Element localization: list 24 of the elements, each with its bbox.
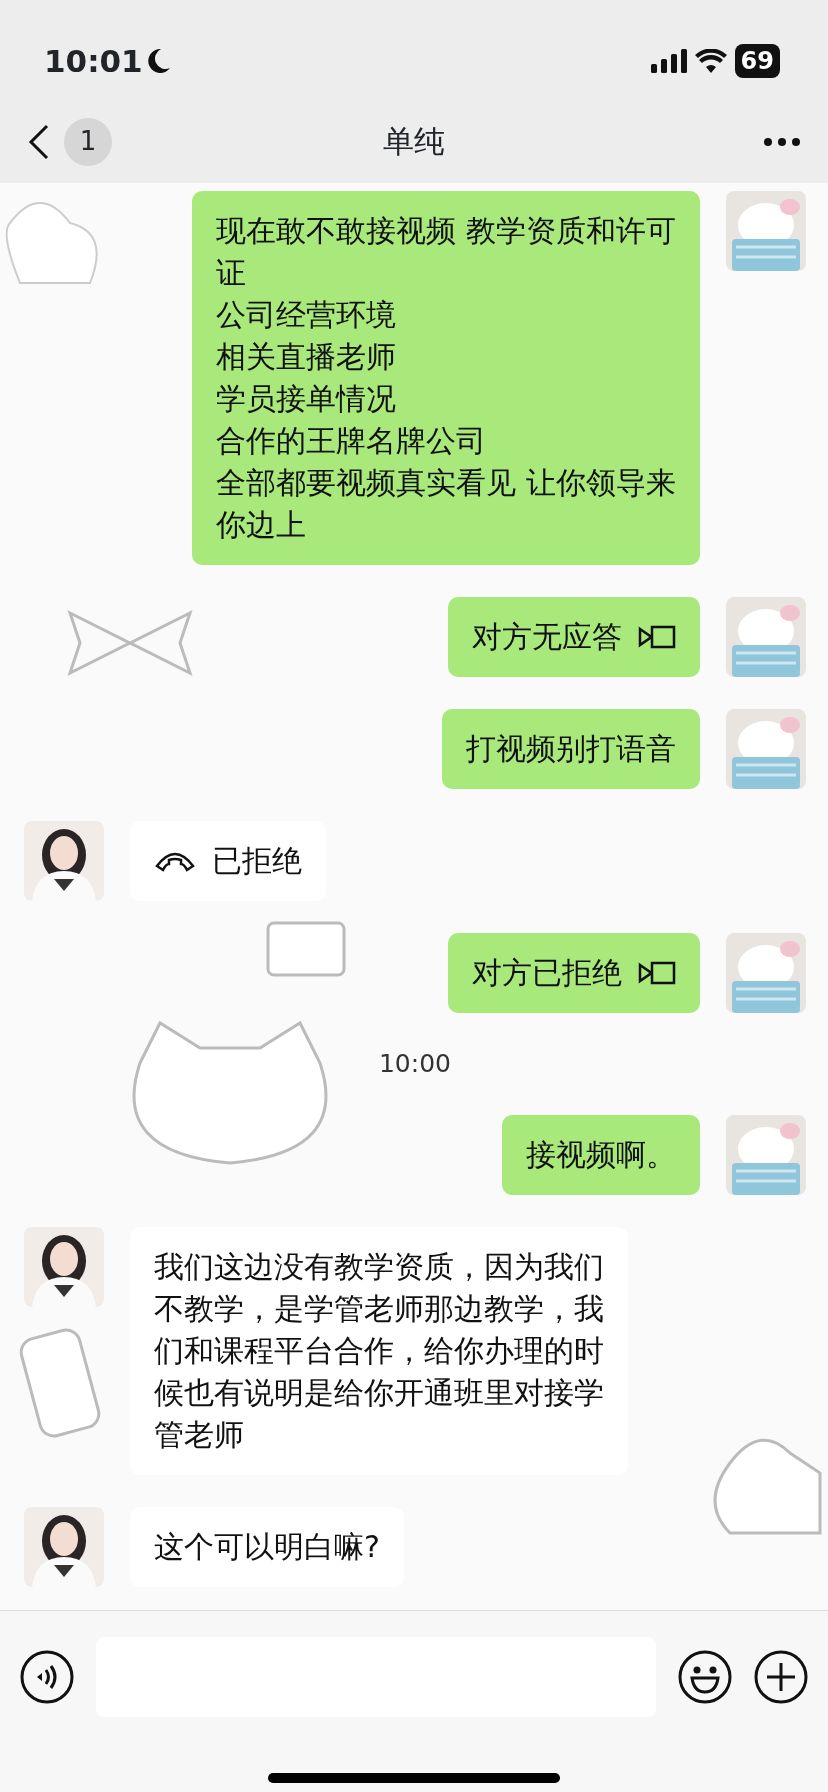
back-icon[interactable]: [28, 123, 50, 160]
message-bubble: 这个可以明白嘛?: [130, 1506, 404, 1587]
wifi-icon: [694, 49, 727, 73]
more-icon[interactable]: [764, 137, 800, 146]
battery-level: 69: [734, 44, 780, 78]
video-call-icon: [638, 960, 676, 986]
message-bubble: 现在敢不敢接视频 教学资质和许可 证 公司经营环境 相关直播老师 学员接单情况 合作的王牌名牌公司 全部都要视频真实看见 让你领导来 你边上: [192, 191, 700, 565]
voice-icon[interactable]: [20, 1650, 74, 1704]
status-time: 10:01: [44, 41, 143, 81]
hang-up-icon: [154, 850, 196, 872]
unread-count: 1: [64, 117, 112, 166]
call-record-bubble[interactable]: 对方无应答: [448, 597, 700, 677]
message-bubble: 接视频啊。: [502, 1114, 700, 1195]
emoji-icon[interactable]: [678, 1650, 732, 1704]
call-record-bubble[interactable]: 已拒绝: [130, 821, 326, 901]
moon-icon: [146, 48, 171, 74]
call-record-bubble[interactable]: 对方已拒绝: [448, 933, 700, 1013]
timestamp: 10:00: [378, 1048, 451, 1080]
message-bubble: 打视频别打语音: [442, 709, 700, 789]
message-bubble: 我们这边没有教学资质，因为我们 不教学，是学管老师那边教学，我 们和课程平台合作，给你办理的时 候也有说明是给你开通班里对接学 管老师: [130, 1226, 628, 1475]
chat-title: 单纯: [383, 123, 445, 160]
signal-icon: [650, 49, 687, 73]
plus-icon[interactable]: [754, 1650, 808, 1704]
video-call-icon: [638, 624, 676, 650]
